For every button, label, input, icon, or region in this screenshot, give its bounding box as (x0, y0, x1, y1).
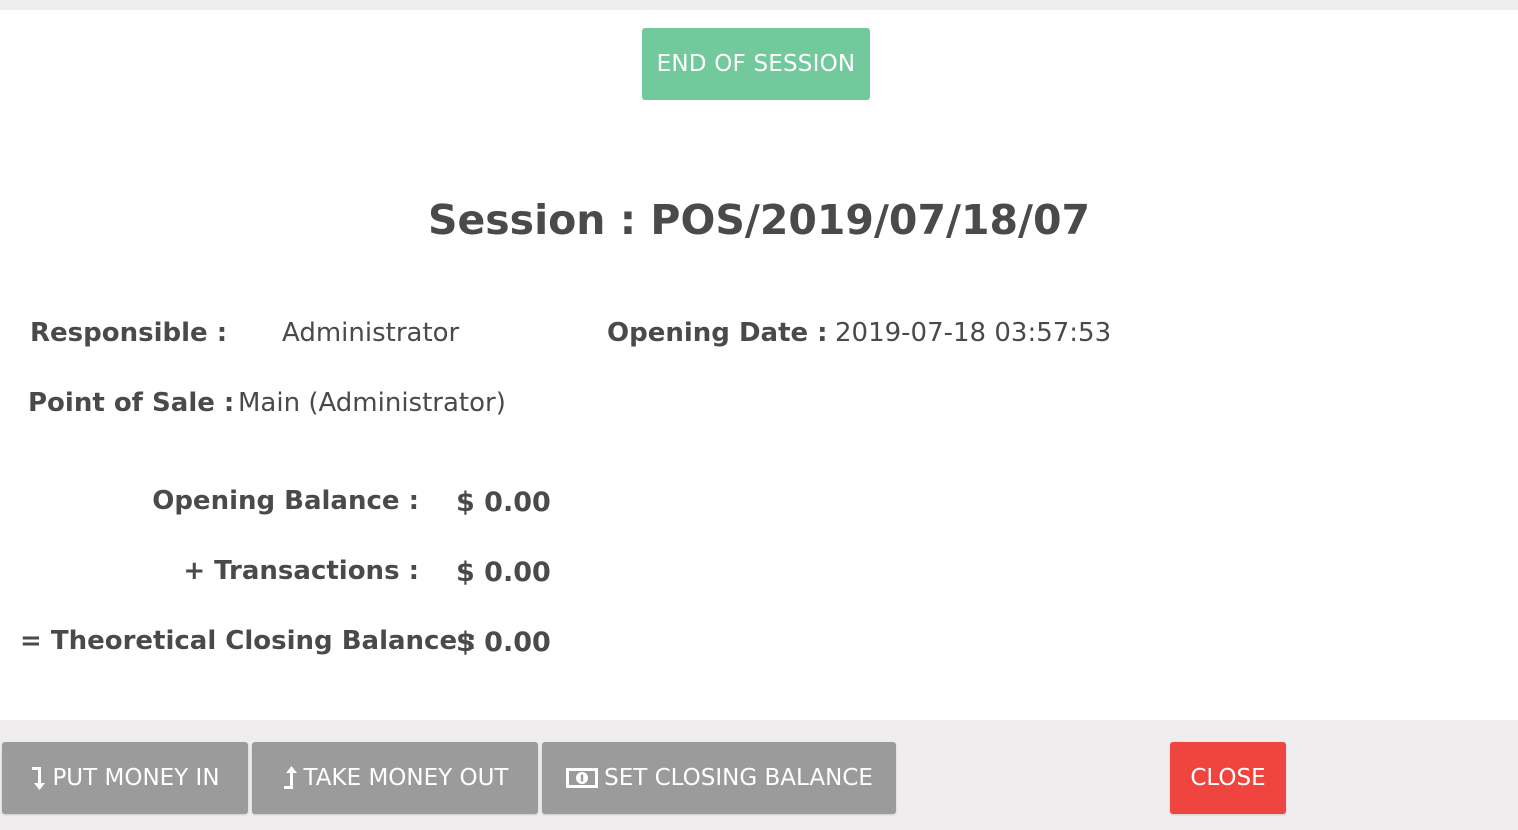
transactions-label: + Transactions : (183, 556, 419, 586)
responsible-label: Responsible : (30, 318, 228, 348)
close-label: CLOSE (1190, 765, 1266, 791)
close-button[interactable]: CLOSE (1170, 742, 1286, 814)
responsible-value: Administrator (282, 318, 460, 348)
theoretical-closing-balance-label: = Theoretical Closing Balance : (20, 626, 477, 656)
top-strip (0, 0, 1518, 10)
arrow-down-turn-icon (30, 764, 50, 792)
point-of-sale-value: Main (Administrator) (238, 388, 506, 418)
session-title: Session : POS/2019/07/18/07 (427, 196, 1091, 244)
put-money-in-button[interactable]: PUT MONEY IN (2, 742, 248, 814)
arrow-up-turn-icon (282, 764, 302, 792)
opening-balance-value: $ 0.00 (456, 487, 551, 518)
set-closing-balance-label: SET CLOSING BALANCE (604, 765, 873, 791)
point-of-sale-label: Point of Sale : (28, 388, 235, 418)
opening-date-label: Opening Date : (607, 318, 828, 348)
end-of-session-button[interactable]: END OF SESSION (642, 28, 870, 100)
end-of-session-label: END OF SESSION (656, 51, 856, 77)
opening-balance-label: Opening Balance : (152, 486, 419, 516)
put-money-in-label: PUT MONEY IN (52, 765, 220, 791)
theoretical-closing-balance-value: $ 0.00 (456, 627, 551, 658)
opening-date-value: 2019-07-18 03:57:53 (835, 318, 1112, 348)
transactions-value: $ 0.00 (456, 557, 551, 588)
money-bill-icon (565, 767, 599, 789)
take-money-out-label: TAKE MONEY OUT (303, 765, 509, 791)
take-money-out-button[interactable]: TAKE MONEY OUT (252, 742, 538, 814)
set-closing-balance-button[interactable]: SET CLOSING BALANCE (542, 742, 896, 814)
